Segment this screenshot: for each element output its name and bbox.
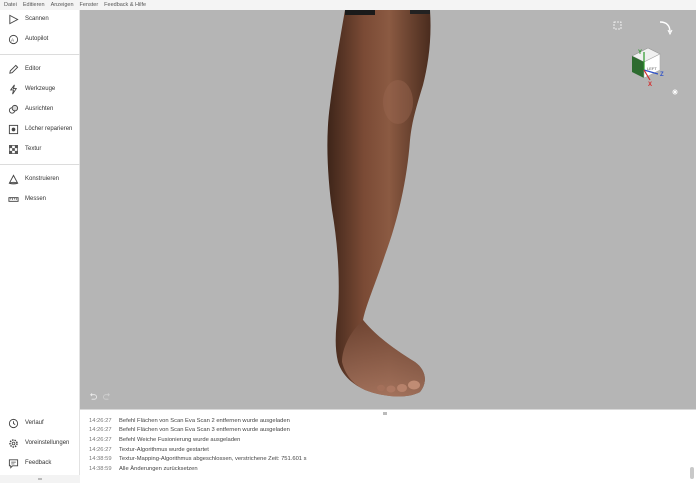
- sidebar-item-label: Voreinstellungen: [25, 440, 70, 446]
- log-text: Textur-Algorithmus wurde gestartet: [119, 446, 209, 453]
- log-entry: 14:38:59 Textur-Mapping-Algorithmus abge…: [89, 454, 307, 464]
- sidebar-item-label: Ausrichten: [25, 106, 54, 112]
- sidebar-item-label: Werkzeuge: [25, 86, 56, 92]
- log-entry: 14:38:59 Alle Änderungen zurücksetzen: [89, 464, 307, 474]
- pencil-icon: [9, 64, 19, 74]
- svg-text:Y: Y: [638, 50, 642, 56]
- sidebar-item-ausrichten[interactable]: Ausrichten: [0, 100, 80, 118]
- sidebar-item-scannen[interactable]: Scannen: [0, 10, 80, 28]
- log-time: 14:38:59: [89, 456, 112, 463]
- view-cube[interactable]: LEFT Y Z X: [610, 18, 690, 98]
- 3d-viewport[interactable]: LEFT Y Z X: [80, 10, 696, 409]
- log-scrollbar[interactable]: [690, 467, 694, 479]
- log-text: Befehl Flächen von Scan Eva Scan 3 entfe…: [119, 427, 290, 434]
- log-time: 14:38:59: [89, 465, 112, 472]
- log-entry: 14:26:27 Befehl Weiche Fusionierung wurd…: [89, 435, 307, 445]
- log-time: 14:26:27: [89, 417, 112, 424]
- divider: [0, 54, 80, 55]
- svg-text:LEFT: LEFT: [647, 66, 657, 71]
- sidebar-item-verlauf[interactable]: Verlauf: [0, 414, 80, 432]
- ruler-icon: [8, 196, 19, 202]
- svg-text:A: A: [11, 37, 15, 42]
- construct-icon: [8, 173, 19, 184]
- sidebar-item-label: Verlauf: [25, 420, 44, 426]
- menu-feedback-hilfe[interactable]: Feedback & Hilfe: [104, 2, 146, 8]
- log-entry: 14:26:27 Textur-Algorithmus wurde gestar…: [89, 445, 307, 455]
- sidebar-item-feedback[interactable]: Feedback: [0, 454, 80, 472]
- sidebar-item-messen[interactable]: Messen: [0, 190, 80, 208]
- sidebar-item-editor[interactable]: Editor: [0, 60, 80, 78]
- sidebar-item-label: Messen: [25, 196, 47, 202]
- svg-text:Z: Z: [660, 72, 664, 78]
- sidebar-item-autopilot[interactable]: A Autopilot: [0, 30, 80, 48]
- menu-fenster[interactable]: Fenster: [80, 2, 99, 8]
- menu-bar: Datei Editieren Anzeigen Fenster Feedbac…: [0, 0, 696, 10]
- sidebar-item-label: Editor: [25, 66, 41, 72]
- redo-icon[interactable]: [103, 392, 112, 401]
- history-icon: [8, 418, 19, 428]
- sidebar-item-label: Textur: [25, 146, 42, 152]
- undo-icon[interactable]: [88, 392, 97, 401]
- light-icon: [672, 89, 678, 95]
- menu-editieren[interactable]: Editieren: [23, 2, 45, 8]
- sidebar-item-label: Konstruieren: [25, 176, 60, 182]
- align-icon: [8, 104, 19, 114]
- sidebar: Scannen A Autopilot Editor Werkzeuge Aus…: [0, 10, 80, 483]
- log-text: Befehl Flächen von Scan Eva Scan 2 entfe…: [119, 417, 290, 424]
- sidebar-item-textur[interactable]: Textur: [0, 140, 80, 158]
- log-time: 14:26:27: [89, 446, 112, 453]
- tools-icon: [9, 84, 18, 94]
- sidebar-item-label: Feedback: [25, 460, 52, 466]
- settings-icon: [9, 438, 18, 448]
- sidebar-item-voreinstellungen[interactable]: Voreinstellungen: [0, 434, 80, 452]
- log-time: 14:26:27: [89, 436, 112, 443]
- hole-fill-icon: [8, 124, 19, 134]
- texture-icon: [9, 144, 18, 154]
- autopilot-icon: A: [8, 34, 19, 44]
- log-text: Textur-Mapping-Algorithmus abgeschlossen…: [119, 456, 307, 463]
- sidebar-item-label: Autopilot: [25, 36, 49, 42]
- divider: [0, 164, 80, 165]
- log-panel: 14:26:27 Befehl Flächen von Scan Eva Sca…: [80, 409, 696, 483]
- log-entry: 14:26:27 Befehl Flächen von Scan Eva Sca…: [89, 416, 307, 426]
- sidebar-item-konstruieren[interactable]: Konstruieren: [0, 170, 80, 188]
- sidebar-item-werkzeuge[interactable]: Werkzeuge: [0, 80, 80, 98]
- svg-text:X: X: [648, 82, 652, 88]
- log-resize-handle[interactable]: [383, 412, 387, 415]
- scanned-leg-model: [327, 10, 431, 397]
- play-icon: [9, 14, 19, 24]
- sidebar-collapse-handle[interactable]: [0, 475, 80, 483]
- sidebar-item-label: Scannen: [25, 16, 49, 22]
- menu-datei[interactable]: Datei: [4, 2, 17, 8]
- log-text: Befehl Weiche Fusionierung wurde ausgela…: [119, 436, 241, 443]
- sidebar-item-loecher-reparieren[interactable]: Löcher reparieren: [0, 120, 80, 138]
- log-text: Alle Änderungen zurücksetzen: [119, 465, 198, 472]
- undo-redo: [88, 392, 112, 401]
- log-entry: 14:26:27 Befehl Flächen von Scan Eva Sca…: [89, 426, 307, 436]
- sidebar-item-label: Löcher reparieren: [25, 126, 73, 132]
- feedback-icon: [8, 458, 19, 469]
- log-time: 14:26:27: [89, 427, 112, 434]
- menu-anzeigen[interactable]: Anzeigen: [51, 2, 74, 8]
- fit-view-icon: [613, 21, 622, 30]
